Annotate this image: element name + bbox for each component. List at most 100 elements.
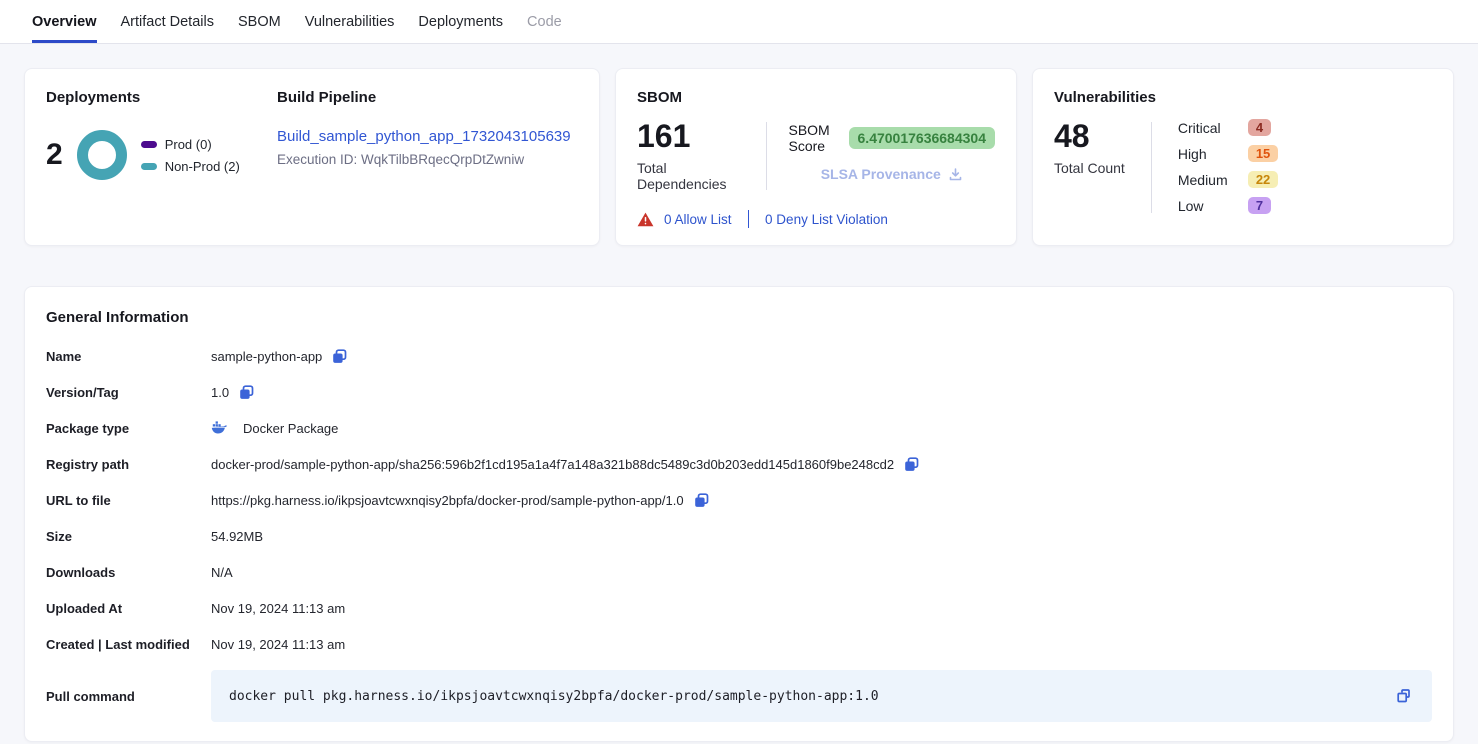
copy-registry-path-button[interactable] — [902, 455, 921, 474]
build-pipeline-title: Build Pipeline — [277, 89, 578, 106]
row-label: Uploaded At — [46, 601, 211, 616]
vertical-divider — [1151, 122, 1152, 213]
docker-whale-icon — [211, 421, 228, 435]
severity-row-low: Low 7 — [1178, 196, 1278, 215]
info-row-downloads: Downloads N/A — [46, 562, 1432, 582]
vertical-divider — [766, 122, 767, 190]
sbom-title: SBOM — [637, 89, 995, 106]
severity-count-badge: 7 — [1248, 197, 1271, 214]
vulnerabilities-total-block: 48 Total Count — [1054, 120, 1125, 215]
copy-version-button[interactable] — [237, 383, 256, 402]
artifact-name-value: sample-python-app — [211, 349, 322, 364]
build-pipeline-link[interactable]: Build_sample_python_app_1732043105639 — [277, 128, 571, 145]
severity-count-badge: 4 — [1248, 119, 1271, 136]
artifact-tab-bar: Overview Artifact Details SBOM Vulnerabi… — [0, 0, 1478, 44]
row-label: Registry path — [46, 457, 211, 472]
deployments-title: Deployments — [46, 89, 277, 106]
version-tag-value: 1.0 — [211, 385, 229, 400]
row-label: Package type — [46, 421, 211, 436]
deployments-total-count: 2 — [46, 140, 63, 170]
copy-pull-command-button[interactable] — [1394, 686, 1414, 706]
general-information-title: General Information — [46, 309, 1432, 326]
tab-sbom[interactable]: SBOM — [238, 0, 281, 43]
nonprod-legend-marker — [141, 163, 157, 170]
severity-label: Low — [1178, 198, 1240, 214]
severity-row-high: High 15 — [1178, 144, 1278, 163]
general-information-card: General Information Name sample-python-a… — [24, 286, 1454, 742]
info-row-url: URL to file https://pkg.harness.io/ikpsj… — [46, 490, 1432, 510]
severity-label: Medium — [1178, 172, 1240, 188]
tab-overview[interactable]: Overview — [32, 0, 97, 43]
row-label: Pull command — [46, 689, 211, 704]
pull-command-value: docker pull pkg.harness.io/ikpsjoavtcwxn… — [229, 689, 1394, 704]
summary-cards-row: Deployments 2 Prod (0) Non-Prod (2) Buil… — [24, 68, 1454, 246]
tab-deployments[interactable]: Deployments — [418, 0, 503, 43]
allow-list-link[interactable]: 0 Allow List — [664, 212, 732, 227]
info-row-created-modified: Created | Last modified Nov 19, 2024 11:… — [46, 634, 1432, 654]
info-row-version: Version/Tag 1.0 — [46, 382, 1432, 402]
downloads-value: N/A — [211, 565, 233, 580]
tab-code[interactable]: Code — [527, 0, 562, 43]
severity-count-badge: 15 — [1248, 145, 1278, 162]
severity-count-badge: 22 — [1248, 171, 1278, 188]
row-label: URL to file — [46, 493, 211, 508]
warning-triangle-icon — [637, 212, 654, 227]
severity-label: High — [1178, 146, 1240, 162]
info-row-name: Name sample-python-app — [46, 346, 1432, 366]
sbom-score-badge: 6.470017636684304 — [849, 127, 995, 149]
copy-icon — [692, 491, 711, 510]
package-type-value: Docker Package — [243, 421, 338, 436]
deployments-donut-chart — [77, 130, 127, 180]
sbom-score-label: SBOM Score — [788, 122, 838, 154]
info-row-registry-path: Registry path docker-prod/sample-python-… — [46, 454, 1432, 474]
row-label: Created | Last modified — [46, 637, 211, 652]
row-label: Version/Tag — [46, 385, 211, 400]
size-value: 54.92MB — [211, 529, 263, 544]
sbom-card: SBOM 161 Total Dependencies SBOM Score 6… — [615, 68, 1017, 246]
prod-legend-label: Prod (0) — [165, 137, 212, 152]
sbom-total-block: 161 Total Dependencies — [637, 120, 744, 192]
row-label: Name — [46, 349, 211, 364]
deployments-card: Deployments 2 Prod (0) Non-Prod (2) Buil… — [24, 68, 600, 246]
deployments-legend: Prod (0) Non-Prod (2) — [141, 137, 240, 174]
registry-path-value: docker-prod/sample-python-app/sha256:596… — [211, 457, 894, 472]
build-pipeline-section: Build Pipeline Build_sample_python_app_1… — [277, 89, 578, 225]
severity-label: Critical — [1178, 120, 1240, 136]
url-to-file-value: https://pkg.harness.io/ikpsjoavtcwxnqisy… — [211, 493, 684, 508]
created-modified-value: Nov 19, 2024 11:13 am — [211, 637, 345, 652]
deployments-section: Deployments 2 Prod (0) Non-Prod (2) — [46, 89, 277, 225]
copy-icon — [330, 347, 349, 366]
row-label: Size — [46, 529, 211, 544]
severity-row-medium: Medium 22 — [1178, 170, 1278, 189]
tab-vulnerabilities[interactable]: Vulnerabilities — [305, 0, 395, 43]
info-row-size: Size 54.92MB — [46, 526, 1432, 546]
copy-outline-icon — [1394, 686, 1414, 706]
sbom-total-label: Total Dependencies — [637, 160, 744, 192]
pull-command-box: docker pull pkg.harness.io/ikpsjoavtcwxn… — [211, 670, 1432, 722]
severity-row-critical: Critical 4 — [1178, 118, 1278, 137]
sbom-score-block: SBOM Score 6.470017636684304 SLSA Proven… — [788, 120, 995, 192]
sbom-total-count: 161 — [637, 120, 744, 152]
prod-legend-marker — [141, 141, 157, 148]
info-row-uploaded-at: Uploaded At Nov 19, 2024 11:13 am — [46, 598, 1432, 618]
copy-icon — [902, 455, 921, 474]
vulnerabilities-total-count: 48 — [1054, 120, 1125, 152]
copy-icon — [237, 383, 256, 402]
slsa-provenance-label: SLSA Provenance — [821, 166, 941, 182]
deny-list-violation-link[interactable]: 0 Deny List Violation — [765, 212, 888, 227]
info-row-pull-command: Pull command docker pull pkg.harness.io/… — [46, 670, 1432, 722]
link-divider — [748, 210, 750, 228]
nonprod-legend-label: Non-Prod (2) — [165, 159, 240, 174]
legend-item-nonprod: Non-Prod (2) — [141, 159, 240, 174]
copy-url-button[interactable] — [692, 491, 711, 510]
severity-list: Critical 4 High 15 Medium 22 Low 7 — [1178, 118, 1278, 215]
legend-item-prod: Prod (0) — [141, 137, 240, 152]
download-icon — [948, 167, 963, 182]
copy-name-button[interactable] — [330, 347, 349, 366]
info-row-package-type: Package type Docker Package — [46, 418, 1432, 438]
uploaded-at-value: Nov 19, 2024 11:13 am — [211, 601, 345, 616]
tab-artifact-details[interactable]: Artifact Details — [121, 0, 214, 43]
execution-id-text: Execution ID: WqkTilbBRqecQrpDtZwniw — [277, 152, 578, 167]
row-label: Downloads — [46, 565, 211, 580]
slsa-provenance-link[interactable]: SLSA Provenance — [788, 166, 995, 182]
